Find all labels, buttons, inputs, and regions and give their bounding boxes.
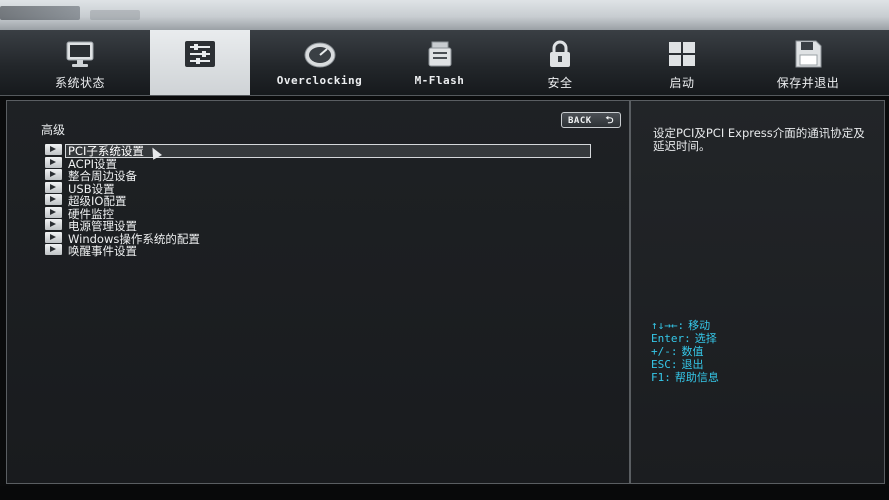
menu-item-super-io[interactable]: 超级IO配置 (45, 194, 591, 208)
tab-label: M-Flash (414, 74, 465, 87)
menu-item-wake-events[interactable]: 唤醒事件设置 (45, 244, 591, 258)
brand-logo-fragment (90, 10, 140, 20)
submenu-arrow-icon (45, 194, 62, 205)
menu-item-power-management[interactable]: 电源管理设置 (45, 219, 591, 233)
key-hint-row: Enter: 选择 (651, 332, 719, 345)
back-button-label: BACK (568, 116, 592, 126)
submenu-arrow-icon (45, 231, 62, 243)
tab-boot[interactable]: 启动 (622, 30, 742, 95)
key-name: Enter: (651, 332, 691, 345)
submenu-arrow-icon (45, 181, 62, 193)
key-hint-row: F1: 帮助信息 (651, 371, 719, 384)
lock-icon (550, 40, 570, 67)
key-hint-row: ESC: 退出 (651, 358, 719, 371)
key-action: 移动 (688, 319, 711, 332)
key-hint-row: +/-: 数值 (651, 345, 719, 358)
help-description: 设定PCI及PCI Express介面的通讯协定及延迟时间。 (653, 126, 865, 153)
tab-save-exit[interactable]: 保存并退出 (748, 30, 868, 95)
key-hints: ↑↓→←: 移动 Enter: 选择 +/-: 数值 ESC: 退出 F1: 帮助信息 (651, 319, 719, 384)
key-name: +/-: (651, 345, 678, 358)
flash-drive-icon (428, 41, 451, 67)
main-tab-bar: 系统状态 Overclocking M-Flash 安全 启动 保存并退出 (0, 30, 889, 96)
boot-grid-icon (669, 42, 695, 66)
brand-logo (0, 6, 80, 20)
menu-item-acpi[interactable]: ACPI设置 (45, 156, 591, 171)
menu-item-integrated-peripherals[interactable]: 整合周边设备 (45, 169, 591, 183)
tab-label: 系统状态 (54, 76, 105, 90)
tab-overclocking[interactable]: Overclocking (262, 30, 377, 95)
back-button[interactable]: BACK ⮌ (561, 112, 621, 128)
submenu-arrow-icon (45, 206, 62, 218)
key-name: F1: (651, 371, 671, 384)
menu-item-hardware-monitor[interactable]: 硬件监控 (45, 206, 591, 221)
key-action: 数值 (681, 345, 704, 358)
top-glare-strip (0, 0, 889, 30)
sliders-icon (185, 41, 215, 67)
menu-item-usb[interactable]: USB设置 (45, 181, 591, 196)
settings-panel: 高级 BACK ⮌ PCI子系统设置 ACPI设置 整合周边设备 USB设置 超… (6, 100, 630, 484)
tab-m-flash[interactable]: M-Flash (382, 30, 497, 95)
speedometer-icon (304, 42, 335, 68)
tab-system-status[interactable]: 系统状态 (20, 30, 140, 95)
key-action: 选择 (694, 332, 717, 345)
section-title: 高级 (41, 123, 66, 137)
menu-item-pci-subsystem[interactable]: PCI子系统设置 (45, 144, 591, 158)
bottom-bezel (0, 486, 889, 500)
submenu-arrow-icon (45, 156, 62, 168)
key-hint-row: ↑↓→←: 移动 (651, 319, 719, 332)
submenu-arrow-icon (45, 169, 62, 180)
menu-item-label: 唤醒事件设置 (68, 244, 137, 258)
return-arrow-icon: ⮌ (605, 115, 614, 126)
tab-label: 启动 (669, 76, 695, 90)
key-action: 帮助信息 (674, 371, 719, 384)
help-panel: 设定PCI及PCI Express介面的通讯协定及延迟时间。 ↑↓→←: 移动 E… (630, 100, 885, 484)
tab-label: 保存并退出 (776, 76, 840, 90)
tab-advanced[interactable] (150, 30, 250, 95)
tab-label: 安全 (547, 76, 573, 90)
submenu-arrow-icon (45, 144, 62, 155)
key-action: 退出 (681, 358, 704, 371)
key-name: ESC: (651, 358, 678, 371)
menu-item-windows-os-config[interactable]: Windows操作系统的配置 (45, 231, 591, 246)
monitor-icon (66, 41, 94, 67)
floppy-disk-icon (795, 40, 822, 68)
submenu-arrow-icon (45, 244, 62, 255)
tab-security[interactable]: 安全 (500, 30, 620, 95)
tab-label: Overclocking (276, 74, 363, 87)
key-name: ↑↓→←: (651, 319, 685, 332)
submenu-arrow-icon (45, 219, 62, 230)
